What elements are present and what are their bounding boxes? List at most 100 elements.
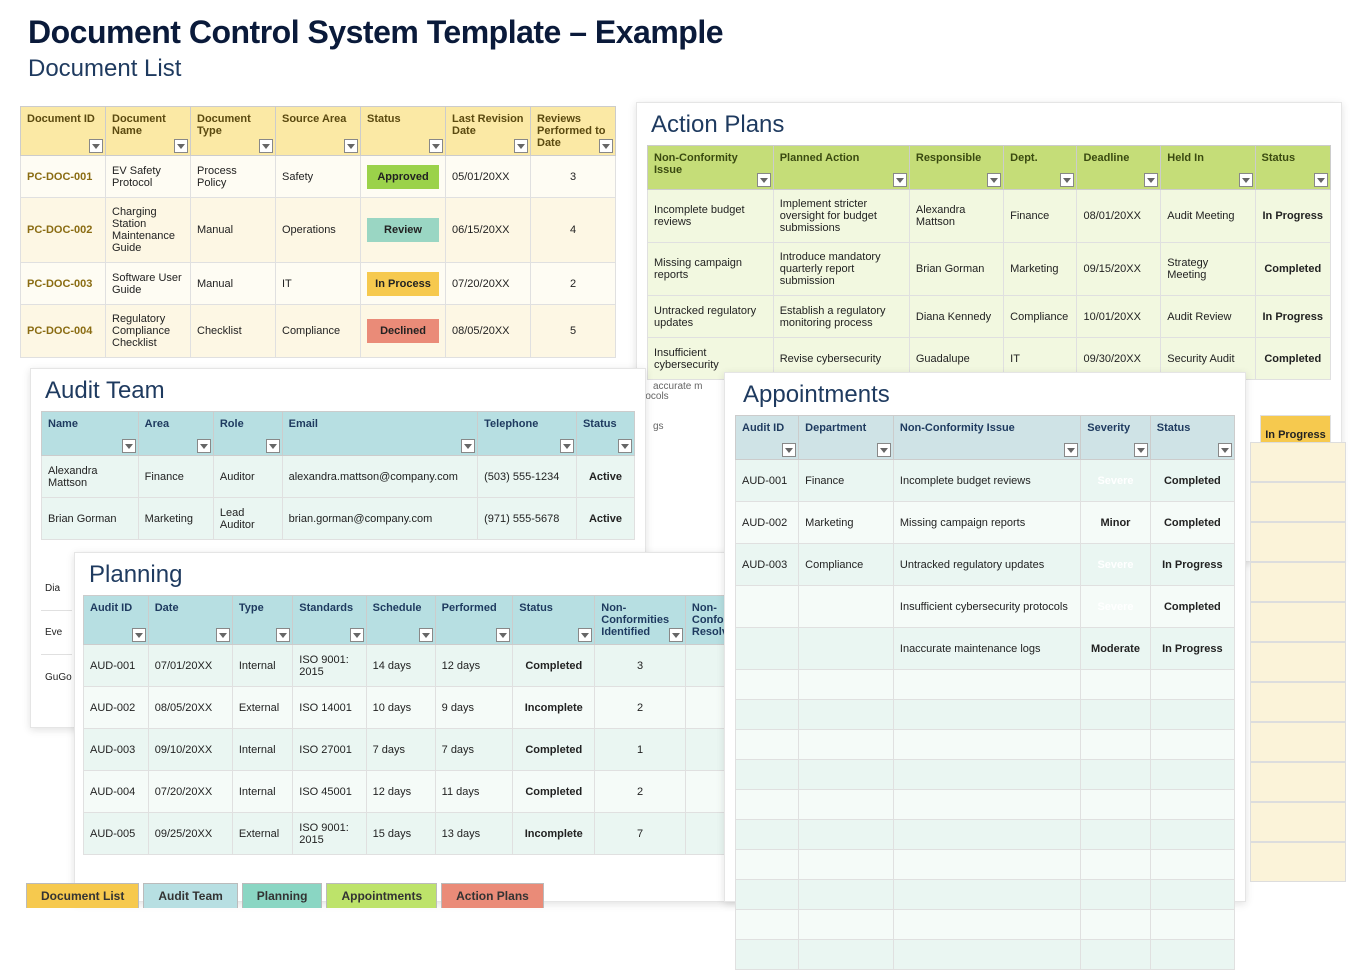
ap-held: Audit Review <box>1161 296 1255 338</box>
column-header[interactable]: Role <box>213 412 282 456</box>
filter-dropdown-icon[interactable] <box>578 628 592 642</box>
column-header[interactable]: Type <box>232 596 292 645</box>
filter-dropdown-icon[interactable] <box>266 439 280 453</box>
filter-dropdown-icon[interactable] <box>877 443 891 457</box>
filter-dropdown-icon[interactable] <box>514 139 528 153</box>
sheet-tab[interactable]: Appointments <box>326 883 437 908</box>
pl-type: Internal <box>232 645 292 687</box>
column-header[interactable]: Status <box>1255 146 1330 190</box>
table-row: Insufficient cybersecurity protocolsSeve… <box>736 586 1235 628</box>
column-header[interactable]: Held In <box>1161 146 1255 190</box>
column-header[interactable]: Email <box>282 412 478 456</box>
column-header[interactable]: Document Type <box>191 107 276 156</box>
sheet-tab[interactable]: Document List <box>26 883 139 908</box>
column-header[interactable]: Area <box>138 412 213 456</box>
doc-reviews: 2 <box>531 263 616 305</box>
column-header[interactable]: Schedule <box>366 596 435 645</box>
column-header[interactable]: Date <box>148 596 232 645</box>
appt-dept: Marketing <box>799 502 894 544</box>
column-header[interactable]: Performed <box>435 596 513 645</box>
column-header[interactable]: Status <box>576 412 634 456</box>
column-header[interactable]: Audit ID <box>736 416 799 460</box>
filter-dropdown-icon[interactable] <box>350 628 364 642</box>
column-header[interactable]: Responsible <box>909 146 1003 190</box>
column-header[interactable]: Department <box>799 416 894 460</box>
filter-dropdown-icon[interactable] <box>1239 173 1253 187</box>
column-header[interactable]: Non-Conformity Issue <box>648 146 774 190</box>
pl-date: 07/01/20XX <box>148 645 232 687</box>
column-header[interactable]: Status <box>513 596 595 645</box>
ap-dept: Compliance <box>1004 296 1077 338</box>
appointments-table: Audit IDDepartmentNon-Conformity IssueSe… <box>735 415 1235 970</box>
table-row <box>736 730 1235 760</box>
appt-status: In Progress <box>1150 628 1234 670</box>
filter-dropdown-icon[interactable] <box>618 439 632 453</box>
filter-dropdown-icon[interactable] <box>1134 443 1148 457</box>
filter-dropdown-icon[interactable] <box>1060 173 1074 187</box>
column-header[interactable]: Planned Action <box>773 146 909 190</box>
filter-dropdown-icon[interactable] <box>1218 443 1232 457</box>
at-name: Brian Gorman <box>42 498 139 540</box>
column-header[interactable]: Last Revision Date <box>446 107 531 156</box>
doc-status: Declined <box>361 305 446 358</box>
column-header[interactable]: Non-Conformities Identified <box>595 596 686 645</box>
ap-held: Audit Meeting <box>1161 190 1255 243</box>
filter-dropdown-icon[interactable] <box>216 628 230 642</box>
filter-dropdown-icon[interactable] <box>1314 173 1328 187</box>
ap-deadline: 08/01/20XX <box>1077 190 1161 243</box>
filter-dropdown-icon[interactable] <box>122 439 136 453</box>
filter-dropdown-icon[interactable] <box>1064 443 1078 457</box>
at-role: Auditor <box>213 456 282 498</box>
filter-dropdown-icon[interactable] <box>496 628 510 642</box>
pl-perf: 11 days <box>435 771 513 813</box>
column-header[interactable]: Name <box>42 412 139 456</box>
filter-dropdown-icon[interactable] <box>669 628 683 642</box>
column-header[interactable]: Source Area <box>276 107 361 156</box>
pl-sched: 15 days <box>366 813 435 855</box>
table-row <box>736 700 1235 730</box>
appt-sev: Minor <box>1081 502 1150 544</box>
column-header[interactable]: Status <box>1150 416 1234 460</box>
table-row: PC-DOC-002Charging Station Maintenance G… <box>21 198 616 263</box>
filter-dropdown-icon[interactable] <box>782 443 796 457</box>
filter-dropdown-icon[interactable] <box>174 139 188 153</box>
filter-dropdown-icon[interactable] <box>429 139 443 153</box>
sheet-tab[interactable]: Planning <box>242 883 323 908</box>
pl-perf: 7 days <box>435 729 513 771</box>
doc-id: PC-DOC-002 <box>21 198 106 263</box>
table-row: Brian GormanMarketingLead Auditorbrian.g… <box>42 498 635 540</box>
filter-dropdown-icon[interactable] <box>89 139 103 153</box>
column-header[interactable]: Reviews Performed to Date <box>531 107 616 156</box>
column-header[interactable]: Document Name <box>106 107 191 156</box>
column-header[interactable]: Deadline <box>1077 146 1161 190</box>
column-header[interactable]: Standards <box>293 596 366 645</box>
filter-dropdown-icon[interactable] <box>1144 173 1158 187</box>
doc-area: Operations <box>276 198 361 263</box>
audit-table: NameAreaRoleEmailTelephoneStatus Alexand… <box>41 411 635 540</box>
doc-date: 06/15/20XX <box>446 198 531 263</box>
filter-dropdown-icon[interactable] <box>560 439 574 453</box>
filter-dropdown-icon[interactable] <box>276 628 290 642</box>
doc-id: PC-DOC-004 <box>21 305 106 358</box>
sheet-tab[interactable]: Action Plans <box>441 883 544 908</box>
filter-dropdown-icon[interactable] <box>197 439 211 453</box>
filter-dropdown-icon[interactable] <box>757 173 771 187</box>
filter-dropdown-icon[interactable] <box>461 439 475 453</box>
filter-dropdown-icon[interactable] <box>987 173 1001 187</box>
filter-dropdown-icon[interactable] <box>419 628 433 642</box>
filter-dropdown-icon[interactable] <box>132 628 146 642</box>
filter-dropdown-icon[interactable] <box>344 139 358 153</box>
column-header[interactable]: Severity <box>1081 416 1150 460</box>
sheet-tab[interactable]: Audit Team <box>143 883 237 908</box>
filter-dropdown-icon[interactable] <box>599 139 613 153</box>
column-header[interactable]: Non-Conformity Issue <box>893 416 1080 460</box>
column-header[interactable]: Dept. <box>1004 146 1077 190</box>
column-header[interactable]: Audit ID <box>84 596 149 645</box>
column-header[interactable]: Status <box>361 107 446 156</box>
filter-dropdown-icon[interactable] <box>259 139 273 153</box>
filter-dropdown-icon[interactable] <box>893 173 907 187</box>
column-header[interactable]: Document ID <box>21 107 106 156</box>
column-header[interactable]: Telephone <box>478 412 577 456</box>
ap-action: Implement stricter oversight for budget … <box>773 190 909 243</box>
table-row: AUD-003ComplianceUntracked regulatory up… <box>736 544 1235 586</box>
